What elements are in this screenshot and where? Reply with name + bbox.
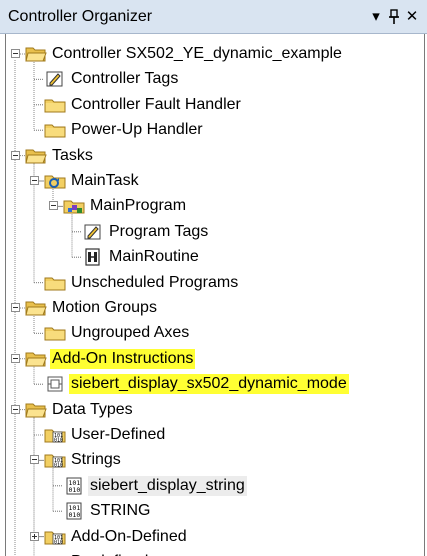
folder-icon — [44, 96, 66, 114]
tree-node-label: MainProgram — [90, 197, 187, 215]
tree-node-label: Add-On-Defined — [71, 527, 187, 545]
svg-text:010: 010 — [54, 438, 63, 444]
tree-node[interactable]: Program Tags — [6, 220, 416, 244]
program-icon — [63, 197, 85, 215]
tree-node[interactable]: 101 010 User-Defined — [6, 423, 416, 447]
folder-icon — [44, 274, 66, 292]
tree-node-label: Strings — [71, 451, 121, 469]
tree-node[interactable]: siebert_display_sx502_dynamic_mode — [6, 372, 416, 396]
tree-node-label: Program Tags — [109, 222, 209, 240]
chevron-down-icon[interactable]: ▾ — [366, 6, 386, 28]
collapse-icon[interactable] — [11, 353, 20, 363]
tree-node[interactable]: Ungrouped Axes — [6, 321, 416, 345]
tree-node-label: Power-Up Handler — [71, 121, 203, 139]
svg-text:010: 010 — [69, 486, 81, 494]
tree-node-label: MainRoutine — [109, 248, 199, 266]
tree-node[interactable]: 101 010 Add-On-Defined — [6, 525, 416, 549]
tree-node[interactable]: 101 010 STRING — [6, 499, 416, 523]
tree-node[interactable]: MainRoutine — [6, 245, 416, 269]
folder-open-icon — [25, 45, 47, 63]
tags-icon — [44, 70, 66, 88]
tree-node-label: Data Types — [52, 400, 133, 418]
tree-node-label: Controller Fault Handler — [71, 95, 241, 113]
collapse-icon[interactable] — [49, 201, 58, 211]
collapse-icon[interactable] — [11, 303, 20, 312]
tree-node-label: STRING — [90, 502, 151, 520]
tree-node-label: Add-On Instructions — [50, 348, 196, 369]
controller-organizer-panel: Controller Organizer ▾ ✕ Controller SX50… — [0, 0, 427, 556]
collapse-icon[interactable] — [11, 49, 20, 58]
tree-node-label: siebert_display_sx502_dynamic_mode — [69, 374, 349, 395]
tree-node[interactable]: Controller Tags — [6, 67, 416, 91]
tree-node-label: Predefined — [69, 552, 150, 556]
tree-node[interactable]: 101010Predefined — [6, 550, 416, 556]
routine-icon — [82, 248, 104, 266]
collapse-icon[interactable] — [11, 150, 20, 160]
datatype-folder-icon: 101010 — [44, 451, 66, 469]
tree-node[interactable]: Unscheduled Programs — [6, 271, 416, 295]
tree-node-label: Controller Tags — [71, 70, 179, 88]
tree-node[interactable]: Data Types — [6, 398, 416, 422]
collapse-icon[interactable] — [30, 176, 39, 185]
tree-node[interactable]: Controller SX502_YE_dynamic_example — [6, 42, 416, 66]
tree-node-label: MainTask — [71, 172, 139, 189]
panel-title: Controller Organizer — [8, 8, 153, 25]
tree-node[interactable]: MainTask — [6, 169, 416, 193]
tree-node-label: Controller SX502_YE_dynamic_example — [52, 45, 342, 62]
datatype-folder-icon: 101010 — [44, 426, 66, 444]
collapse-icon[interactable] — [11, 404, 20, 414]
tree-node-label: Motion Groups — [52, 299, 157, 316]
svg-text:010: 010 — [69, 511, 81, 519]
task-icon — [44, 172, 66, 190]
pin-icon[interactable] — [384, 6, 404, 28]
string-type-icon: 101 010 — [63, 477, 85, 495]
folder-open-icon — [25, 401, 47, 419]
tree-node[interactable]: Add-On Instructions — [6, 347, 416, 371]
svg-text:010: 010 — [54, 463, 63, 469]
tree-node[interactable]: 101 010 Strings — [6, 448, 416, 472]
close-icon[interactable]: ✕ — [402, 6, 422, 28]
tree-node[interactable]: Power-Up Handler — [6, 118, 416, 142]
tree-node-label: User-Defined — [71, 426, 166, 443]
tree-node-label: Unscheduled Programs — [71, 273, 239, 291]
folder-icon — [44, 121, 66, 139]
tree-node[interactable]: MainProgram — [6, 194, 416, 218]
folder-open-icon — [25, 299, 47, 317]
svg-text:010: 010 — [54, 539, 63, 545]
tags-icon — [82, 223, 104, 241]
tree-frame: Controller SX502_YE_dynamic_example Contr… — [5, 34, 425, 556]
datatype-folder-icon: 101010 — [44, 528, 66, 546]
folder-open-icon — [25, 350, 47, 368]
panel-title-bar: Controller Organizer ▾ ✕ — [0, 0, 427, 34]
tree-node[interactable]: Motion Groups — [6, 296, 416, 320]
tree-node[interactable]: Controller Fault Handler — [6, 93, 416, 117]
string-type-icon: 101 010 — [63, 502, 85, 520]
tree-node-label: siebert_display_string — [88, 475, 247, 496]
folder-icon — [44, 324, 66, 342]
folder-open-icon — [25, 147, 47, 165]
collapse-icon[interactable] — [30, 455, 39, 465]
expand-icon[interactable] — [30, 531, 39, 541]
tree-node[interactable]: Tasks — [6, 144, 416, 168]
tree-node-label: Tasks — [52, 146, 93, 164]
organizer-tree: Controller SX502_YE_dynamic_example Contr… — [6, 34, 424, 556]
tree-node-label: Ungrouped Axes — [71, 324, 190, 342]
aoi-icon — [44, 375, 66, 393]
tree-node[interactable]: 101 010 siebert_display_string — [6, 474, 416, 498]
